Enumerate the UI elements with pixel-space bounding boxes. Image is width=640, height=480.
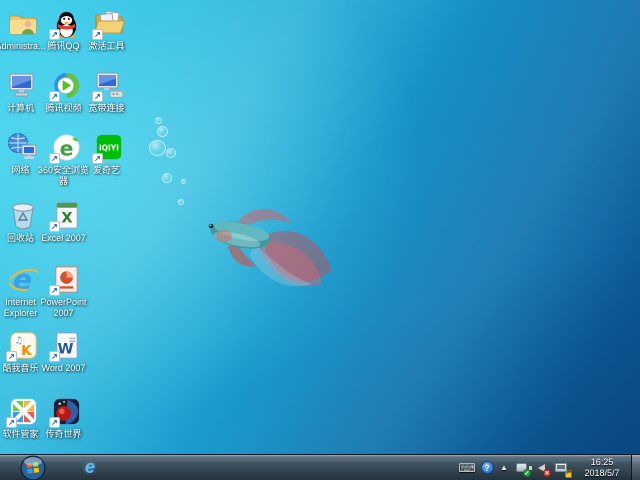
- user-folder-icon: [6, 6, 40, 40]
- taskbar: e ⌨ ? ▲ ✓ ✕ 16: [0, 454, 640, 480]
- globe-monitor-icon: [6, 130, 40, 164]
- shortcut-arrow-icon: [6, 351, 17, 362]
- network-status-icon[interactable]: [553, 460, 569, 476]
- light-beam: [104, 0, 640, 480]
- desktop-icon-activation-tools[interactable]: 激活工具: [88, 6, 130, 52]
- kuwo-music-icon: ♫ K: [6, 328, 40, 362]
- recycle-bin-icon: [6, 198, 40, 232]
- help-question-icon[interactable]: ?: [479, 460, 495, 476]
- green-check-badge: ✓: [523, 469, 531, 477]
- word-icon: W: [49, 328, 83, 362]
- shortcut-arrow-icon: [49, 221, 60, 232]
- svg-text:X: X: [61, 210, 72, 226]
- tencent-video-play-icon: [49, 68, 83, 102]
- wallpaper: Administra... 腾讯QQ: [0, 0, 640, 480]
- system-tray: ⌨ ? ▲ ✓ ✕ 16:25 2018/5/7: [457, 455, 640, 480]
- svg-text:K: K: [21, 343, 32, 359]
- bubble: [155, 117, 162, 124]
- desktop-icon-label: 传奇世界: [38, 429, 90, 440]
- excel-icon: X: [49, 198, 83, 232]
- shortcut-arrow-icon: [92, 153, 103, 164]
- desktop-icon-excel-2007[interactable]: X Excel 2007: [45, 198, 87, 244]
- clock-time: 16:25: [577, 457, 627, 468]
- red-x-badge: ✕: [543, 469, 551, 477]
- desktop-icon-word-2007[interactable]: W Word 2007: [45, 328, 87, 374]
- betta-fish-image: [194, 198, 339, 293]
- audio-muted-icon[interactable]: ✕: [533, 460, 549, 476]
- shortcut-arrow-icon: [49, 417, 60, 428]
- shortcut-arrow-icon: [49, 285, 60, 296]
- svg-text:e: e: [59, 136, 73, 160]
- desktop-icon-iqiyi[interactable]: iQIYI 爱奇艺: [88, 130, 130, 176]
- desktop-icon-broadband-connection[interactable]: 宽带连接: [88, 68, 130, 114]
- desktop-icon-label: 激活工具: [81, 41, 133, 52]
- desktop-icon-label: Word 2007: [38, 363, 90, 374]
- shortcut-arrow-icon: [6, 417, 17, 428]
- desktop-icon-legend-world[interactable]: 传奇世界: [45, 394, 87, 440]
- desktop-icon-label: Excel 2007: [38, 233, 90, 244]
- computer-monitor-icon: [6, 68, 40, 102]
- software-manager-icon: [6, 394, 40, 428]
- yellow-lock-badge: [565, 472, 572, 478]
- show-desktop-button[interactable]: [631, 455, 640, 480]
- desktop-icon-powerpoint-2007[interactable]: PowerPoint 2007: [45, 262, 87, 319]
- start-button[interactable]: [14, 455, 52, 480]
- internet-explorer-icon: e: [85, 457, 95, 478]
- safely-remove-hardware-icon[interactable]: ✓: [513, 460, 529, 476]
- clock-date: 2018/5/7: [577, 468, 627, 479]
- iqiyi-logo-icon: iQIYI: [92, 130, 126, 164]
- desktop: Administra... 腾讯QQ: [0, 0, 640, 480]
- bubble: [157, 126, 168, 137]
- windows-start-orb-icon: [20, 455, 46, 480]
- bubble: [162, 173, 172, 183]
- bubble: [178, 199, 184, 205]
- shortcut-arrow-icon: [49, 91, 60, 102]
- legend-world-game-icon: [49, 394, 83, 428]
- desktop-icon-360-browser[interactable]: e 360安全浏览器: [45, 130, 87, 187]
- desktop-icon-label: 宽带连接: [81, 103, 133, 114]
- show-hidden-icons-button[interactable]: ▲: [499, 460, 509, 476]
- shortcut-arrow-icon: [92, 29, 103, 40]
- desktop-icon-label: 爱奇艺: [81, 165, 133, 176]
- taskbar-internet-explorer-button[interactable]: e: [70, 456, 110, 480]
- shortcut-arrow-icon: [49, 153, 60, 164]
- shortcut-arrow-icon: [49, 351, 60, 362]
- shortcut-arrow-icon: [92, 91, 103, 102]
- bubble: [166, 148, 176, 158]
- svg-text:iQIYI: iQIYI: [99, 143, 119, 152]
- input-method-keyboard-icon[interactable]: ⌨: [459, 460, 475, 476]
- folder-documents-icon: [92, 6, 126, 40]
- shortcut-arrow-icon: [49, 29, 60, 40]
- powerpoint-icon: [49, 262, 83, 296]
- bubble: [181, 179, 186, 184]
- monitor-modem-icon: [92, 68, 126, 102]
- qq-penguin-icon: [49, 6, 83, 40]
- 360-browser-e-icon: e: [49, 130, 83, 164]
- bubble: [149, 140, 166, 156]
- taskbar-clock[interactable]: 16:25 2018/5/7: [577, 457, 627, 479]
- ie-e-icon: e: [6, 262, 40, 296]
- desktop-icon-label: PowerPoint 2007: [38, 297, 90, 319]
